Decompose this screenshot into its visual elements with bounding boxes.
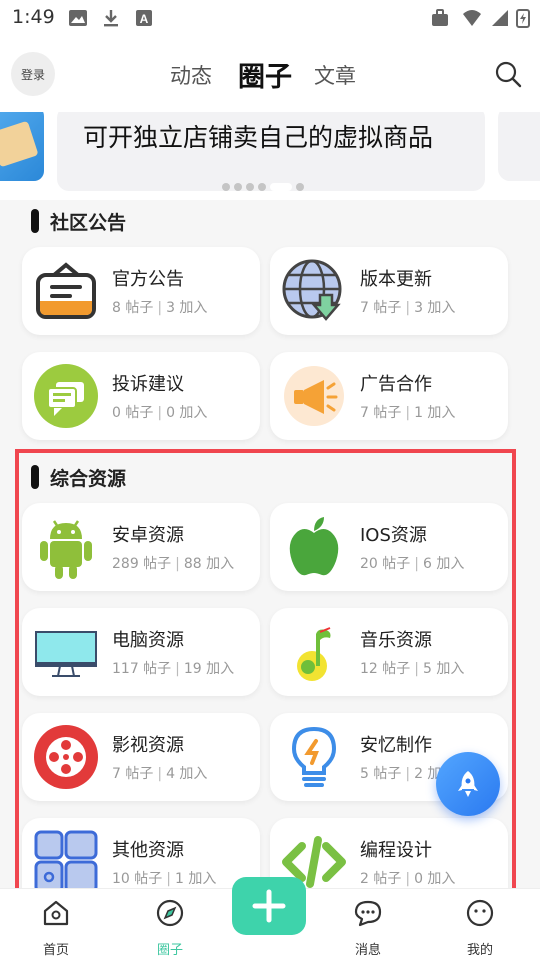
- film-reel-icon: [34, 725, 98, 789]
- battery-icon: [516, 9, 530, 28]
- megaphone-icon: [284, 366, 344, 426]
- card-name: IOS资源: [360, 525, 427, 546]
- card-name: 电脑资源: [112, 630, 184, 651]
- tab-articles[interactable]: 文章: [314, 60, 356, 90]
- card-stats: 12 帖子 | 5 加入: [360, 661, 465, 677]
- globe-download-icon: [282, 259, 342, 321]
- card-name: 安忆制作: [360, 735, 432, 756]
- circle-card-version-update[interactable]: 版本更新 7 帖子 | 3 加入: [270, 247, 508, 335]
- card-name: 广告合作: [360, 374, 432, 395]
- nav-label: 消息: [354, 943, 381, 958]
- carousel-dot: [234, 183, 242, 191]
- tab-dynamic[interactable]: 动态: [170, 60, 212, 90]
- banner-next-card[interactable]: [498, 112, 540, 181]
- card-stats: 7 帖子 | 1 加入: [360, 405, 456, 421]
- nav-messages[interactable]: 消息: [328, 899, 408, 958]
- card-name: 投诉建议: [112, 374, 184, 395]
- section-marker: [31, 209, 39, 233]
- home-icon: [43, 900, 69, 926]
- grid-apps-icon: [34, 830, 98, 894]
- briefcase-icon: [432, 9, 448, 26]
- login-button[interactable]: 登录: [11, 52, 55, 96]
- card-name: 安卓资源: [112, 525, 184, 546]
- section-title-resources: 综合资源: [50, 468, 127, 490]
- download-icon: [104, 10, 118, 27]
- card-name: 版本更新: [360, 269, 432, 290]
- font-app-icon: A: [136, 10, 152, 26]
- circle-card-music[interactable]: 音乐资源 12 帖子 | 5 加入: [270, 608, 508, 696]
- card-stats: 8 帖子 | 3 加入: [112, 300, 208, 316]
- card-name: 其他资源: [112, 840, 184, 861]
- nav-mine[interactable]: 我的: [440, 899, 520, 958]
- carousel-dot: [258, 183, 266, 191]
- banner-title: 可开独立店铺卖自己的虚拟商品: [83, 123, 434, 152]
- circle-card-complaints[interactable]: 投诉建议 0 帖子 | 0 加入: [22, 352, 260, 440]
- banner-prev-image[interactable]: [0, 112, 44, 181]
- monitor-icon: [35, 631, 97, 677]
- tab-circle[interactable]: 圈子: [238, 55, 292, 94]
- section-marker: [31, 465, 39, 489]
- wifi-icon: [463, 10, 481, 26]
- nav-circle[interactable]: 圈子: [130, 899, 210, 958]
- chat-bubble-icon: [34, 364, 98, 428]
- status-bar: 1:49 A: [0, 0, 540, 36]
- card-name: 影视资源: [112, 735, 184, 756]
- card-stats: 7 帖子 | 4 加入: [112, 766, 208, 782]
- svg-text:A: A: [140, 12, 149, 26]
- rocket-fab-button[interactable]: [436, 752, 500, 816]
- carousel-dots: [222, 183, 304, 191]
- card-name: 编程设计: [360, 840, 432, 861]
- circle-card-video[interactable]: 影视资源 7 帖子 | 4 加入: [22, 713, 260, 801]
- card-stats: 117 帖子 | 19 加入: [112, 661, 235, 677]
- status-time: 1:49: [12, 6, 55, 28]
- card-stats: 0 帖子 | 0 加入: [112, 405, 208, 421]
- card-stats: 7 帖子 | 3 加入: [360, 300, 456, 316]
- compass-icon: [156, 899, 184, 927]
- carousel-dot: [222, 183, 230, 191]
- chat-icon: [354, 900, 382, 927]
- rocket-icon: [458, 771, 478, 797]
- nav-home[interactable]: 首页: [16, 899, 96, 958]
- carousel-dot-active: [270, 183, 292, 191]
- section-title-announcements: 社区公告: [50, 212, 127, 234]
- plus-icon: [252, 889, 286, 923]
- signal-icon: [492, 10, 508, 26]
- android-icon: [40, 520, 92, 579]
- card-stats: 20 帖子 | 6 加入: [360, 556, 465, 572]
- image-notification-icon: [69, 10, 87, 26]
- circle-card-advertising[interactable]: 广告合作 7 帖子 | 1 加入: [270, 352, 508, 440]
- circle-card-ios[interactable]: IOS资源 20 帖子 | 6 加入: [270, 503, 508, 591]
- apple-icon: [289, 517, 339, 576]
- nav-label: 首页: [42, 943, 69, 958]
- card-stats: 10 帖子 | 1 加入: [112, 871, 217, 887]
- card-name: 官方公告: [112, 269, 184, 290]
- banner-card[interactable]: 可开独立店铺卖自己的虚拟商品: [57, 112, 485, 191]
- add-post-button[interactable]: [232, 877, 306, 935]
- lightbulb-icon: [291, 726, 337, 787]
- nav-label: 我的: [466, 943, 493, 958]
- top-header: 登录 动态 圈子 文章: [0, 36, 540, 112]
- announcement-box-icon: [36, 262, 96, 319]
- circle-card-pc[interactable]: 电脑资源 117 帖子 | 19 加入: [22, 608, 260, 696]
- card-name: 音乐资源: [360, 630, 432, 651]
- carousel-dot: [296, 183, 304, 191]
- nav-label: 圈子: [156, 943, 183, 958]
- smiley-icon: [466, 899, 494, 927]
- circle-card-android[interactable]: 安卓资源 289 帖子 | 88 加入: [22, 503, 260, 591]
- card-stats: 289 帖子 | 88 加入: [112, 556, 235, 572]
- search-icon[interactable]: [494, 60, 522, 88]
- bottom-nav: 首页 圈子 消息 我的: [0, 877, 540, 960]
- card-stats: 2 帖子 | 0 加入: [360, 871, 456, 887]
- carousel-dot: [246, 183, 254, 191]
- circle-card-official-notice[interactable]: 官方公告 8 帖子 | 3 加入: [22, 247, 260, 335]
- music-note-icon: [297, 627, 331, 681]
